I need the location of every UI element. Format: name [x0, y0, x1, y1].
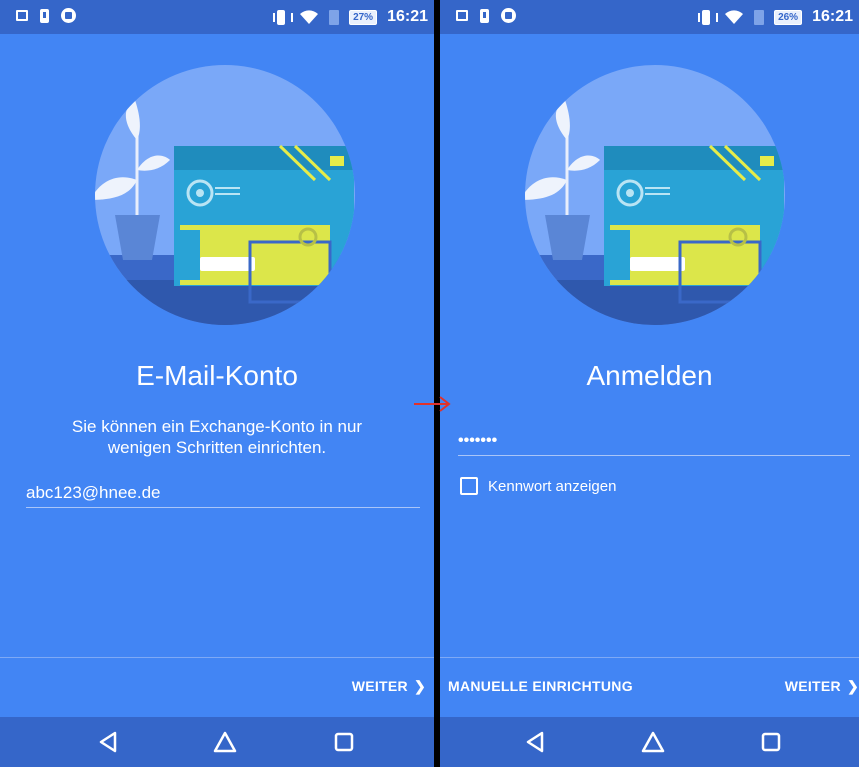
home-icon[interactable] [212, 729, 238, 755]
wifi-icon [300, 10, 319, 24]
sim-icon [329, 9, 340, 25]
page-title: Anmelden [586, 360, 713, 391]
status-bar: 27% 16:21 [0, 0, 434, 34]
show-password-label: Kennwort anzeigen [488, 477, 617, 495]
picture-icon [456, 10, 468, 21]
alert-icon [40, 8, 49, 23]
transition-arrow-icon [414, 396, 451, 412]
manual-setup-button[interactable]: MANUELLE EINRICHTUNG [448, 678, 633, 694]
status-bar: 26% 16:21 [440, 0, 859, 34]
home-icon[interactable] [640, 729, 666, 755]
sim-icon [754, 9, 765, 25]
password-value: ••••••• [458, 432, 498, 449]
page-subtitle: Sie können ein Exchange-Konto in nur wen… [71, 417, 363, 457]
clock: 16:21 [387, 8, 428, 25]
email-illustration [95, 65, 355, 325]
navigation-bar [440, 717, 859, 767]
email-field[interactable]: abc123@hnee.de [26, 480, 420, 508]
next-button[interactable]: WEITER ❯ [352, 678, 426, 695]
navigation-bar [0, 717, 434, 767]
back-icon[interactable] [522, 729, 548, 755]
email-value: abc123@hnee.de [26, 483, 161, 502]
show-password-toggle[interactable]: Kennwort anzeigen [460, 477, 616, 495]
chevron-right-icon: ❯ [846, 678, 859, 694]
page-title: E-Mail-Konto [136, 360, 298, 391]
password-field[interactable]: ••••••• [458, 428, 850, 456]
vibrate-icon [698, 9, 719, 25]
wifi-icon [725, 10, 744, 24]
left-screen: 27% 16:21 E-Mail-Konto Sie können ein Ex… [0, 0, 434, 767]
show-password-checkbox[interactable] [460, 477, 478, 495]
picture-icon [16, 10, 28, 21]
clock: 16:21 [812, 8, 853, 25]
vibrate-icon [273, 9, 294, 25]
back-icon[interactable] [95, 729, 121, 755]
recent-apps-icon[interactable] [758, 729, 784, 755]
divider [440, 657, 859, 658]
divider [0, 657, 434, 658]
record-icon [61, 8, 76, 23]
right-screen: 26% 16:21 Anmelden ••••••• Kennwort anze… [440, 0, 859, 767]
battery-indicator: 27% [349, 9, 378, 25]
alert-icon [480, 8, 489, 23]
chevron-right-icon: ❯ [413, 678, 426, 694]
battery-indicator: 26% [774, 9, 803, 25]
record-icon [501, 8, 516, 23]
next-button[interactable]: WEITER ❯ [785, 678, 859, 695]
email-illustration [525, 65, 785, 325]
recent-apps-icon[interactable] [331, 729, 357, 755]
